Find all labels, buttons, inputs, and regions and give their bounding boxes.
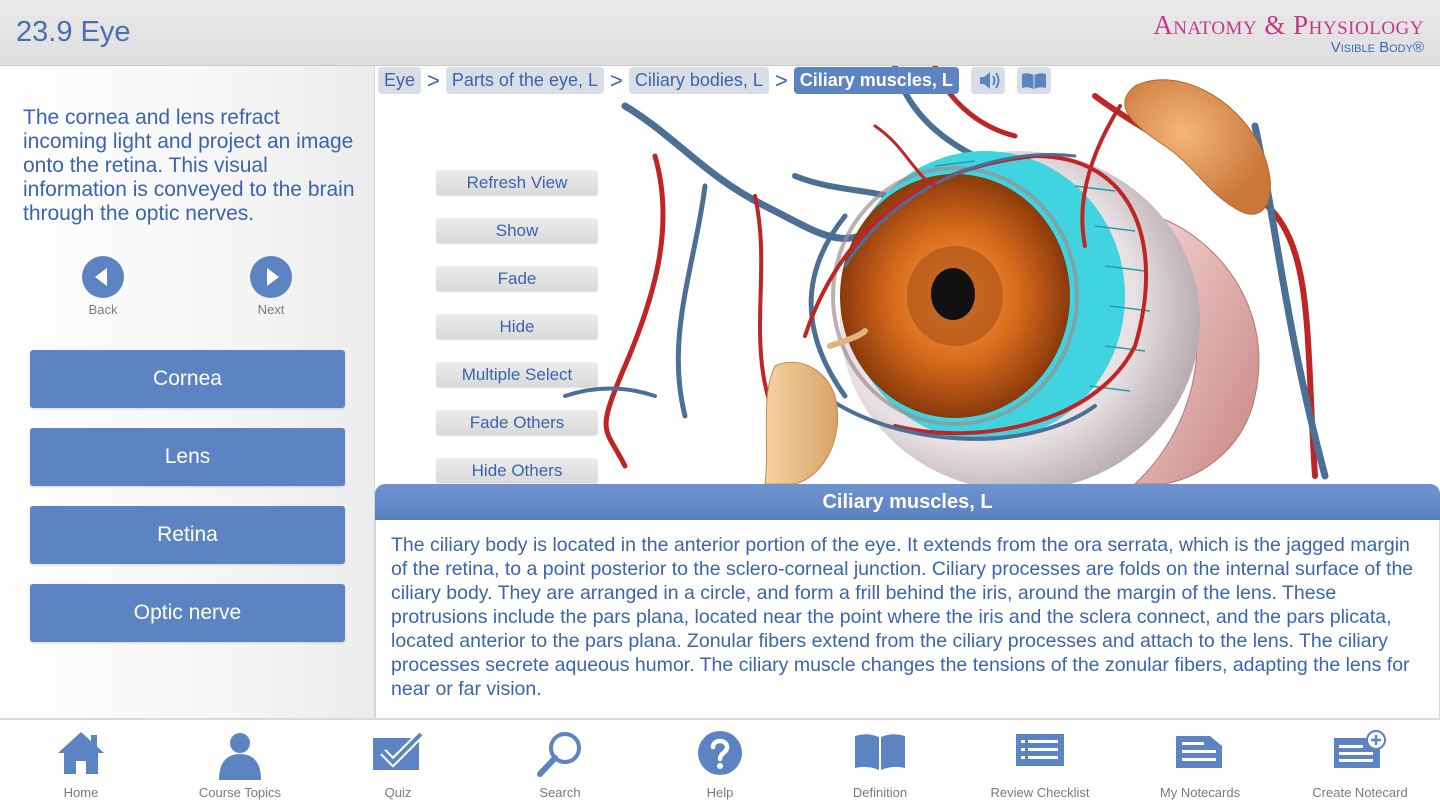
- back-button[interactable]: Back: [73, 256, 133, 317]
- brand-subtitle: Visible Body®: [1330, 39, 1424, 56]
- create-notecard-label: Create Notecard: [1312, 785, 1408, 800]
- topic-button-lens[interactable]: Lens: [30, 428, 345, 486]
- next-button[interactable]: Next: [241, 256, 301, 317]
- search-label: Search: [539, 785, 581, 800]
- my-notecards-button[interactable]: My Notecards: [1120, 720, 1280, 810]
- course-topics-button[interactable]: Course Topics: [160, 720, 320, 810]
- fade-others-button[interactable]: Fade Others: [436, 410, 598, 435]
- page-title: 23.9 Eye: [16, 16, 131, 48]
- next-label: Next: [257, 302, 285, 317]
- lesson-panel: The cornea and lens refract incoming lig…: [0, 66, 375, 718]
- quiz-button[interactable]: Quiz: [318, 720, 478, 810]
- checkbox-icon: [373, 731, 424, 770]
- structure-title: Ciliary muscles, L: [375, 484, 1440, 520]
- lesson-intro-text: The cornea and lens refract incoming lig…: [23, 106, 355, 225]
- checklist-icon: [1016, 734, 1064, 766]
- back-arrow-icon: [82, 256, 124, 298]
- quiz-label: Quiz: [384, 785, 412, 800]
- definition-label: Definition: [852, 785, 908, 800]
- magnifier-icon: [537, 732, 581, 777]
- review-checklist-button[interactable]: Review Checklist: [960, 720, 1120, 810]
- speaker-icon[interactable]: [970, 66, 1005, 94]
- structure-description: The ciliary body is located in the anter…: [375, 520, 1440, 718]
- model-viewer: Eye > Parts of the eye, L > Ciliary bodi…: [375, 66, 1440, 718]
- help-label: Help: [706, 785, 734, 800]
- course-topics-label: Course Topics: [198, 785, 282, 800]
- book-icon[interactable]: [1016, 66, 1051, 94]
- app-window: 23.9 Eye Anatomy & Physiology Visible Bo…: [0, 0, 1440, 810]
- home-button[interactable]: Home: [1, 720, 161, 810]
- review-checklist-label: Review Checklist: [990, 785, 1090, 800]
- my-notecards-label: My Notecards: [1159, 785, 1241, 800]
- home-label: Home: [63, 785, 99, 800]
- definition-button[interactable]: Definition: [800, 720, 960, 810]
- breadcrumb-item-ciliary-bodies[interactable]: Ciliary bodies, L: [628, 66, 769, 94]
- topic-button-cornea[interactable]: Cornea: [30, 350, 345, 408]
- structure-info-panel: Ciliary muscles, L The ciliary body is l…: [375, 484, 1440, 718]
- bottom-toolbar: Home Course Topics Quiz Search Help Defi…: [0, 718, 1440, 810]
- search-button[interactable]: Search: [480, 720, 640, 810]
- breadcrumb-separator: >: [609, 67, 623, 93]
- fade-button[interactable]: Fade: [436, 266, 598, 291]
- breadcrumb-item-ciliary-muscles[interactable]: Ciliary muscles, L: [793, 66, 959, 94]
- help-button[interactable]: Help: [640, 720, 800, 810]
- back-label: Back: [88, 302, 118, 317]
- home-icon: [58, 732, 104, 774]
- hide-button[interactable]: Hide: [436, 314, 598, 339]
- breadcrumb-separator: >: [427, 67, 440, 93]
- topic-button-optic-nerve[interactable]: Optic nerve: [30, 584, 345, 642]
- question-icon: [698, 731, 742, 775]
- create-notecard-icon: [1334, 730, 1386, 768]
- breadcrumb-separator: >: [774, 67, 788, 93]
- book-icon: [855, 734, 905, 770]
- next-arrow-icon: [250, 256, 292, 298]
- breadcrumb-item-eye[interactable]: Eye: [378, 66, 422, 94]
- refresh-view-button[interactable]: Refresh View: [436, 170, 598, 195]
- topic-button-retina[interactable]: Retina: [30, 506, 345, 564]
- brand-name: Anatomy & Physiology: [1153, 10, 1424, 40]
- breadcrumb: Eye > Parts of the eye, L > Ciliary bodi…: [378, 66, 1051, 94]
- header-bar: 23.9 Eye Anatomy & Physiology Visible Bo…: [0, 0, 1440, 66]
- multiple-select-button[interactable]: Multiple Select: [436, 362, 598, 387]
- show-button[interactable]: Show: [436, 218, 598, 243]
- brand-logo: Anatomy & Physiology Visible Body®: [1153, 10, 1424, 56]
- notecards-icon: [1176, 736, 1222, 768]
- person-icon: [219, 733, 261, 780]
- create-notecard-button[interactable]: Create Notecard: [1280, 720, 1440, 810]
- hide-others-button[interactable]: Hide Others: [436, 458, 598, 483]
- breadcrumb-item-parts-of-eye[interactable]: Parts of the eye, L: [445, 66, 604, 94]
